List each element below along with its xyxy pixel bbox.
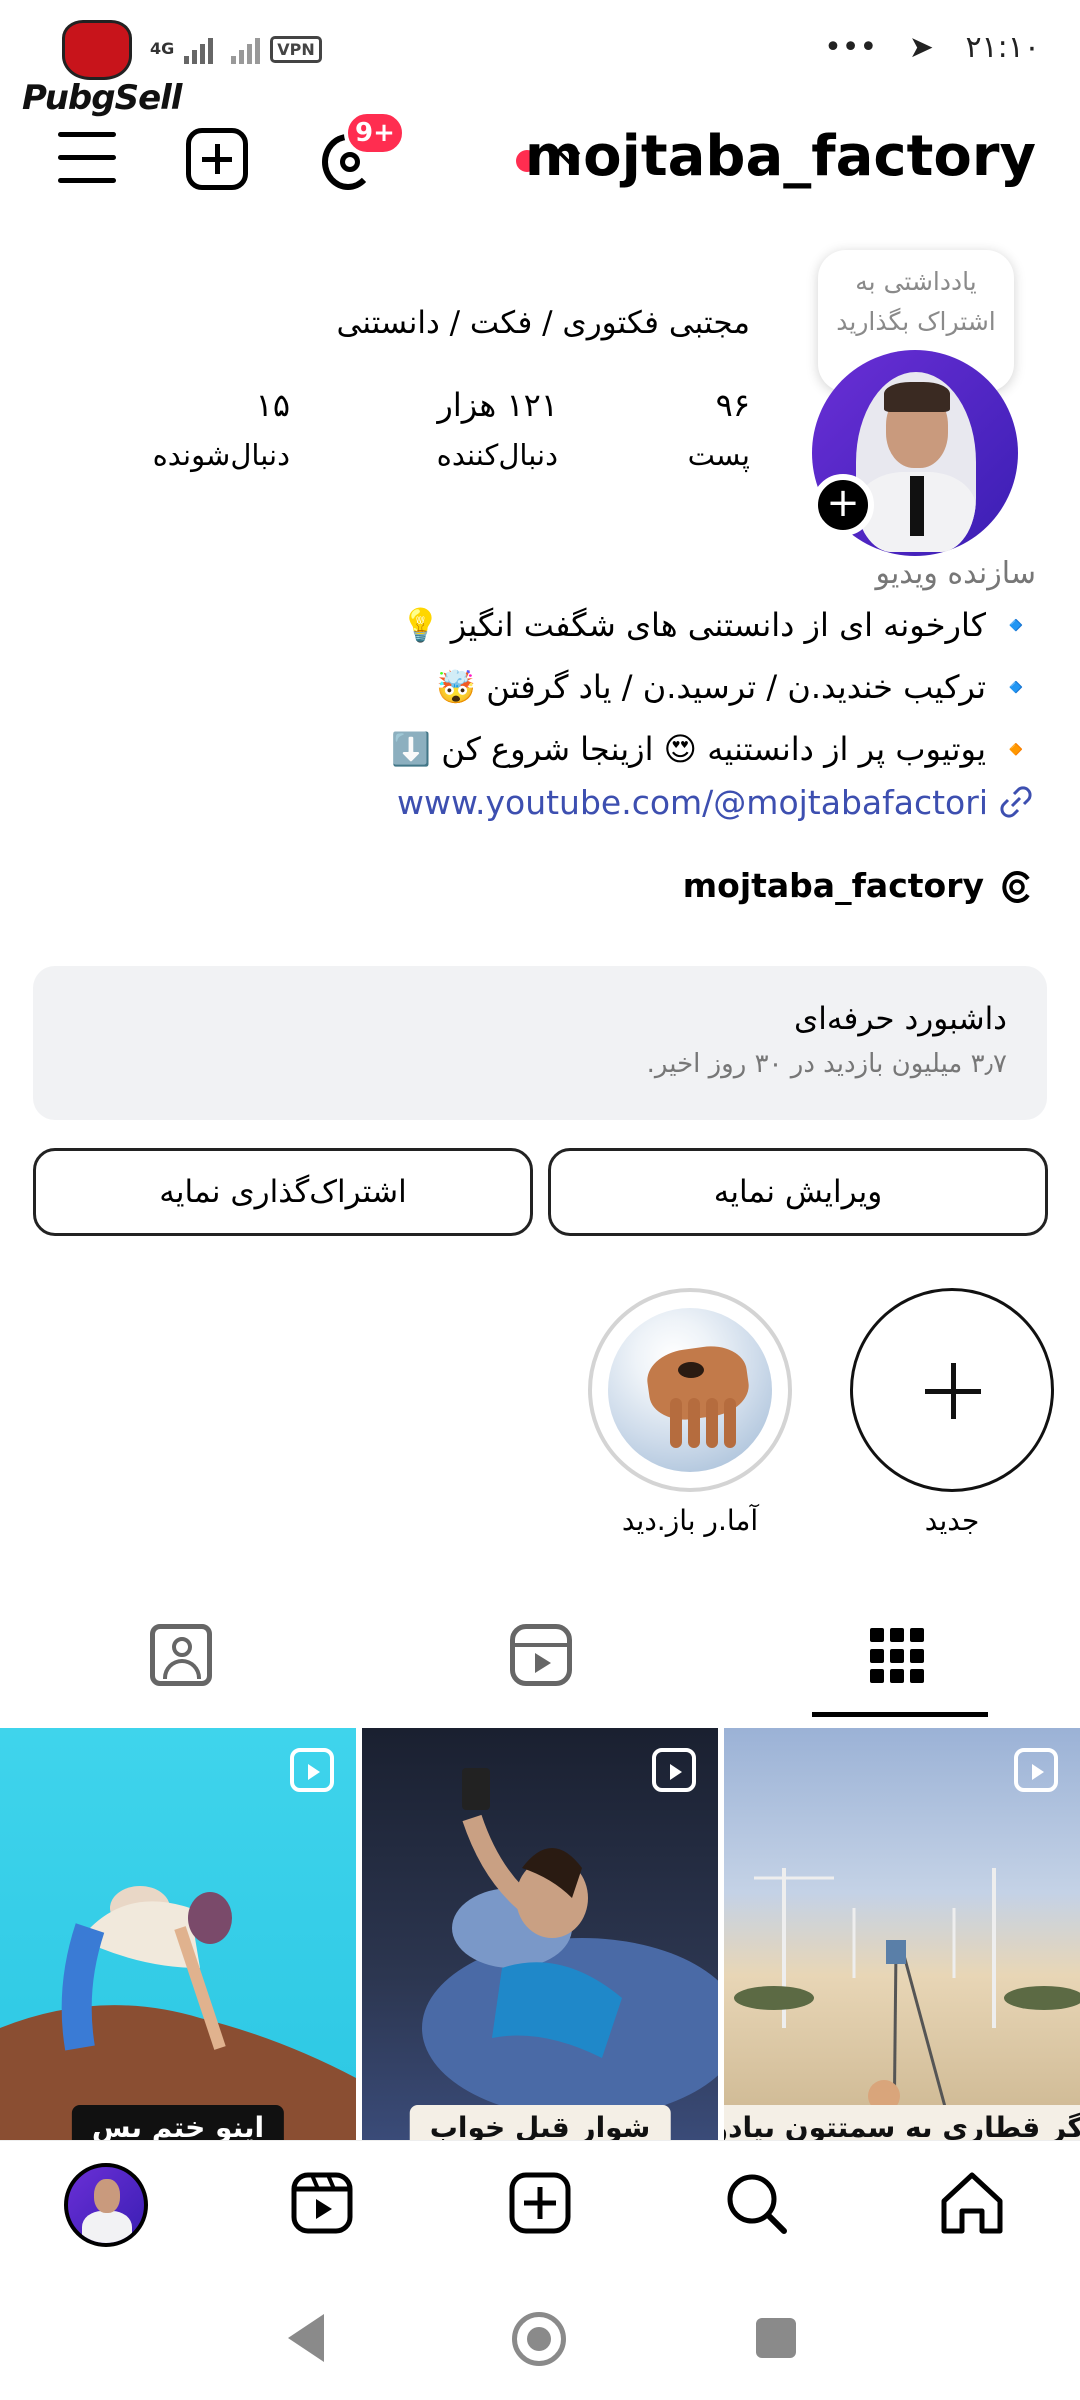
post-thumbnail[interactable]: اگر قطاری به سمتتون بیادو <box>724 1728 1080 2140</box>
reel-badge-icon <box>652 1748 696 1792</box>
send-icon: ➤ <box>908 30 934 65</box>
highlight-label-story: آما.ر باز.دید <box>621 1504 759 1537</box>
stat-followers[interactable]: ۱۲۱ هزار دنبال‌کننده <box>437 380 558 480</box>
dashboard-title: داشبورد حرفه‌ای <box>794 1001 1007 1037</box>
dashboard-subtitle: ۳٫۷ میلیون بازدید در ۳۰ روز اخیر. <box>646 1049 1007 1079</box>
post-thumbnail[interactable]: شوار قبل خواب <box>362 1728 718 2140</box>
nav-search-icon[interactable] <box>716 2163 796 2243</box>
status-indicators: 4G VPN <box>150 34 322 64</box>
reels-icon <box>510 1624 572 1686</box>
tab-tagged[interactable] <box>0 1600 360 1720</box>
add-story-icon[interactable]: + <box>812 474 874 536</box>
nav-reels-icon[interactable] <box>282 2163 362 2243</box>
nav-profile-avatar[interactable] <box>64 2163 148 2247</box>
network-type: 4G <box>150 39 175 58</box>
active-tab-indicator <box>812 1712 988 1717</box>
threads-icon <box>1002 870 1030 903</box>
overflow-dots: ••• <box>824 30 878 65</box>
link-icon <box>1000 786 1032 818</box>
highlight-story[interactable] <box>588 1288 792 1492</box>
system-navigation-bar <box>0 2270 1080 2400</box>
bio-line: 🔸 یوتیوب پر از دانستنیه 😍 ازینجا شروع کن… <box>391 730 1036 768</box>
threads-profile-link[interactable]: mojtaba_factory <box>683 866 1036 905</box>
reel-badge-icon <box>290 1748 334 1792</box>
status-time: ••• ➤ ۲۱:۱۰ <box>824 30 1040 65</box>
share-profile-button[interactable]: اشتراک‌گذاری نمایه <box>33 1148 533 1236</box>
create-post-icon[interactable] <box>186 128 248 190</box>
tagged-icon <box>150 1624 212 1686</box>
new-highlight-button[interactable] <box>850 1288 1054 1492</box>
signal-icon <box>184 34 214 64</box>
signal-2-icon <box>231 34 261 64</box>
nav-home-icon[interactable] <box>932 2163 1012 2243</box>
post-thumbnail[interactable]: اینو ختم بس <box>0 1728 356 2140</box>
bio-line: 🔹 کارخونه ای از دانستنی های شگفت انگیز 💡 <box>400 606 1036 644</box>
bio-link[interactable]: www.youtube.com/@mojtabafactori <box>397 782 1036 822</box>
full-name: مجتبی فکتوری / فکت / دانستنی <box>336 305 751 341</box>
bio-line: 🔹 ترکیب خندید.ن / ترسید.ن / یاد گرفتن 🤯 <box>436 668 1036 706</box>
bottom-navigation <box>0 2140 1080 2270</box>
notification-badge: 9+ <box>344 110 406 156</box>
stat-following[interactable]: ۱۵ دنبال‌شونده <box>153 380 290 480</box>
reel-badge-icon <box>1014 1748 1058 1792</box>
menu-icon[interactable] <box>58 132 116 184</box>
recent-apps-icon[interactable] <box>756 2318 796 2358</box>
tab-posts-grid[interactable] <box>720 1600 1080 1720</box>
nav-create-icon[interactable] <box>500 2163 580 2243</box>
edit-profile-button[interactable]: ویرایش نمایه <box>548 1148 1048 1236</box>
home-button-icon[interactable] <box>512 2312 566 2366</box>
tab-reels[interactable] <box>360 1600 720 1720</box>
post-caption: اگر قطاری به سمتتون بیادو <box>724 2105 1080 2140</box>
profile-header: 9+ mojtaba_factory <box>0 110 1080 220</box>
post-caption: شوار قبل خواب <box>409 2105 671 2140</box>
profile-category: سازنده ویدیو <box>875 556 1036 591</box>
back-icon[interactable] <box>288 2314 324 2362</box>
username-title[interactable]: mojtaba_factory <box>525 124 1036 189</box>
highlight-cover-image <box>608 1308 772 1472</box>
threads-handle: mojtaba_factory <box>682 866 984 905</box>
stat-posts[interactable]: ۹۶ پست <box>688 380 750 480</box>
highlight-label-new: جدید <box>924 1504 980 1537</box>
post-caption: اینو ختم بس <box>71 2105 285 2140</box>
grid-icon <box>870 1628 926 1684</box>
status-bar: PubgSell 4G VPN ••• ➤ ۲۱:۱۰ <box>0 0 1080 118</box>
content-tabs <box>0 1600 1080 1720</box>
bio-link-text[interactable]: www.youtube.com/@mojtabafactori <box>397 783 988 822</box>
vpn-badge: VPN <box>270 35 322 63</box>
professional-dashboard[interactable]: داشبورد حرفه‌ای ۳٫۷ میلیون بازدید در ۳۰ … <box>33 966 1047 1120</box>
